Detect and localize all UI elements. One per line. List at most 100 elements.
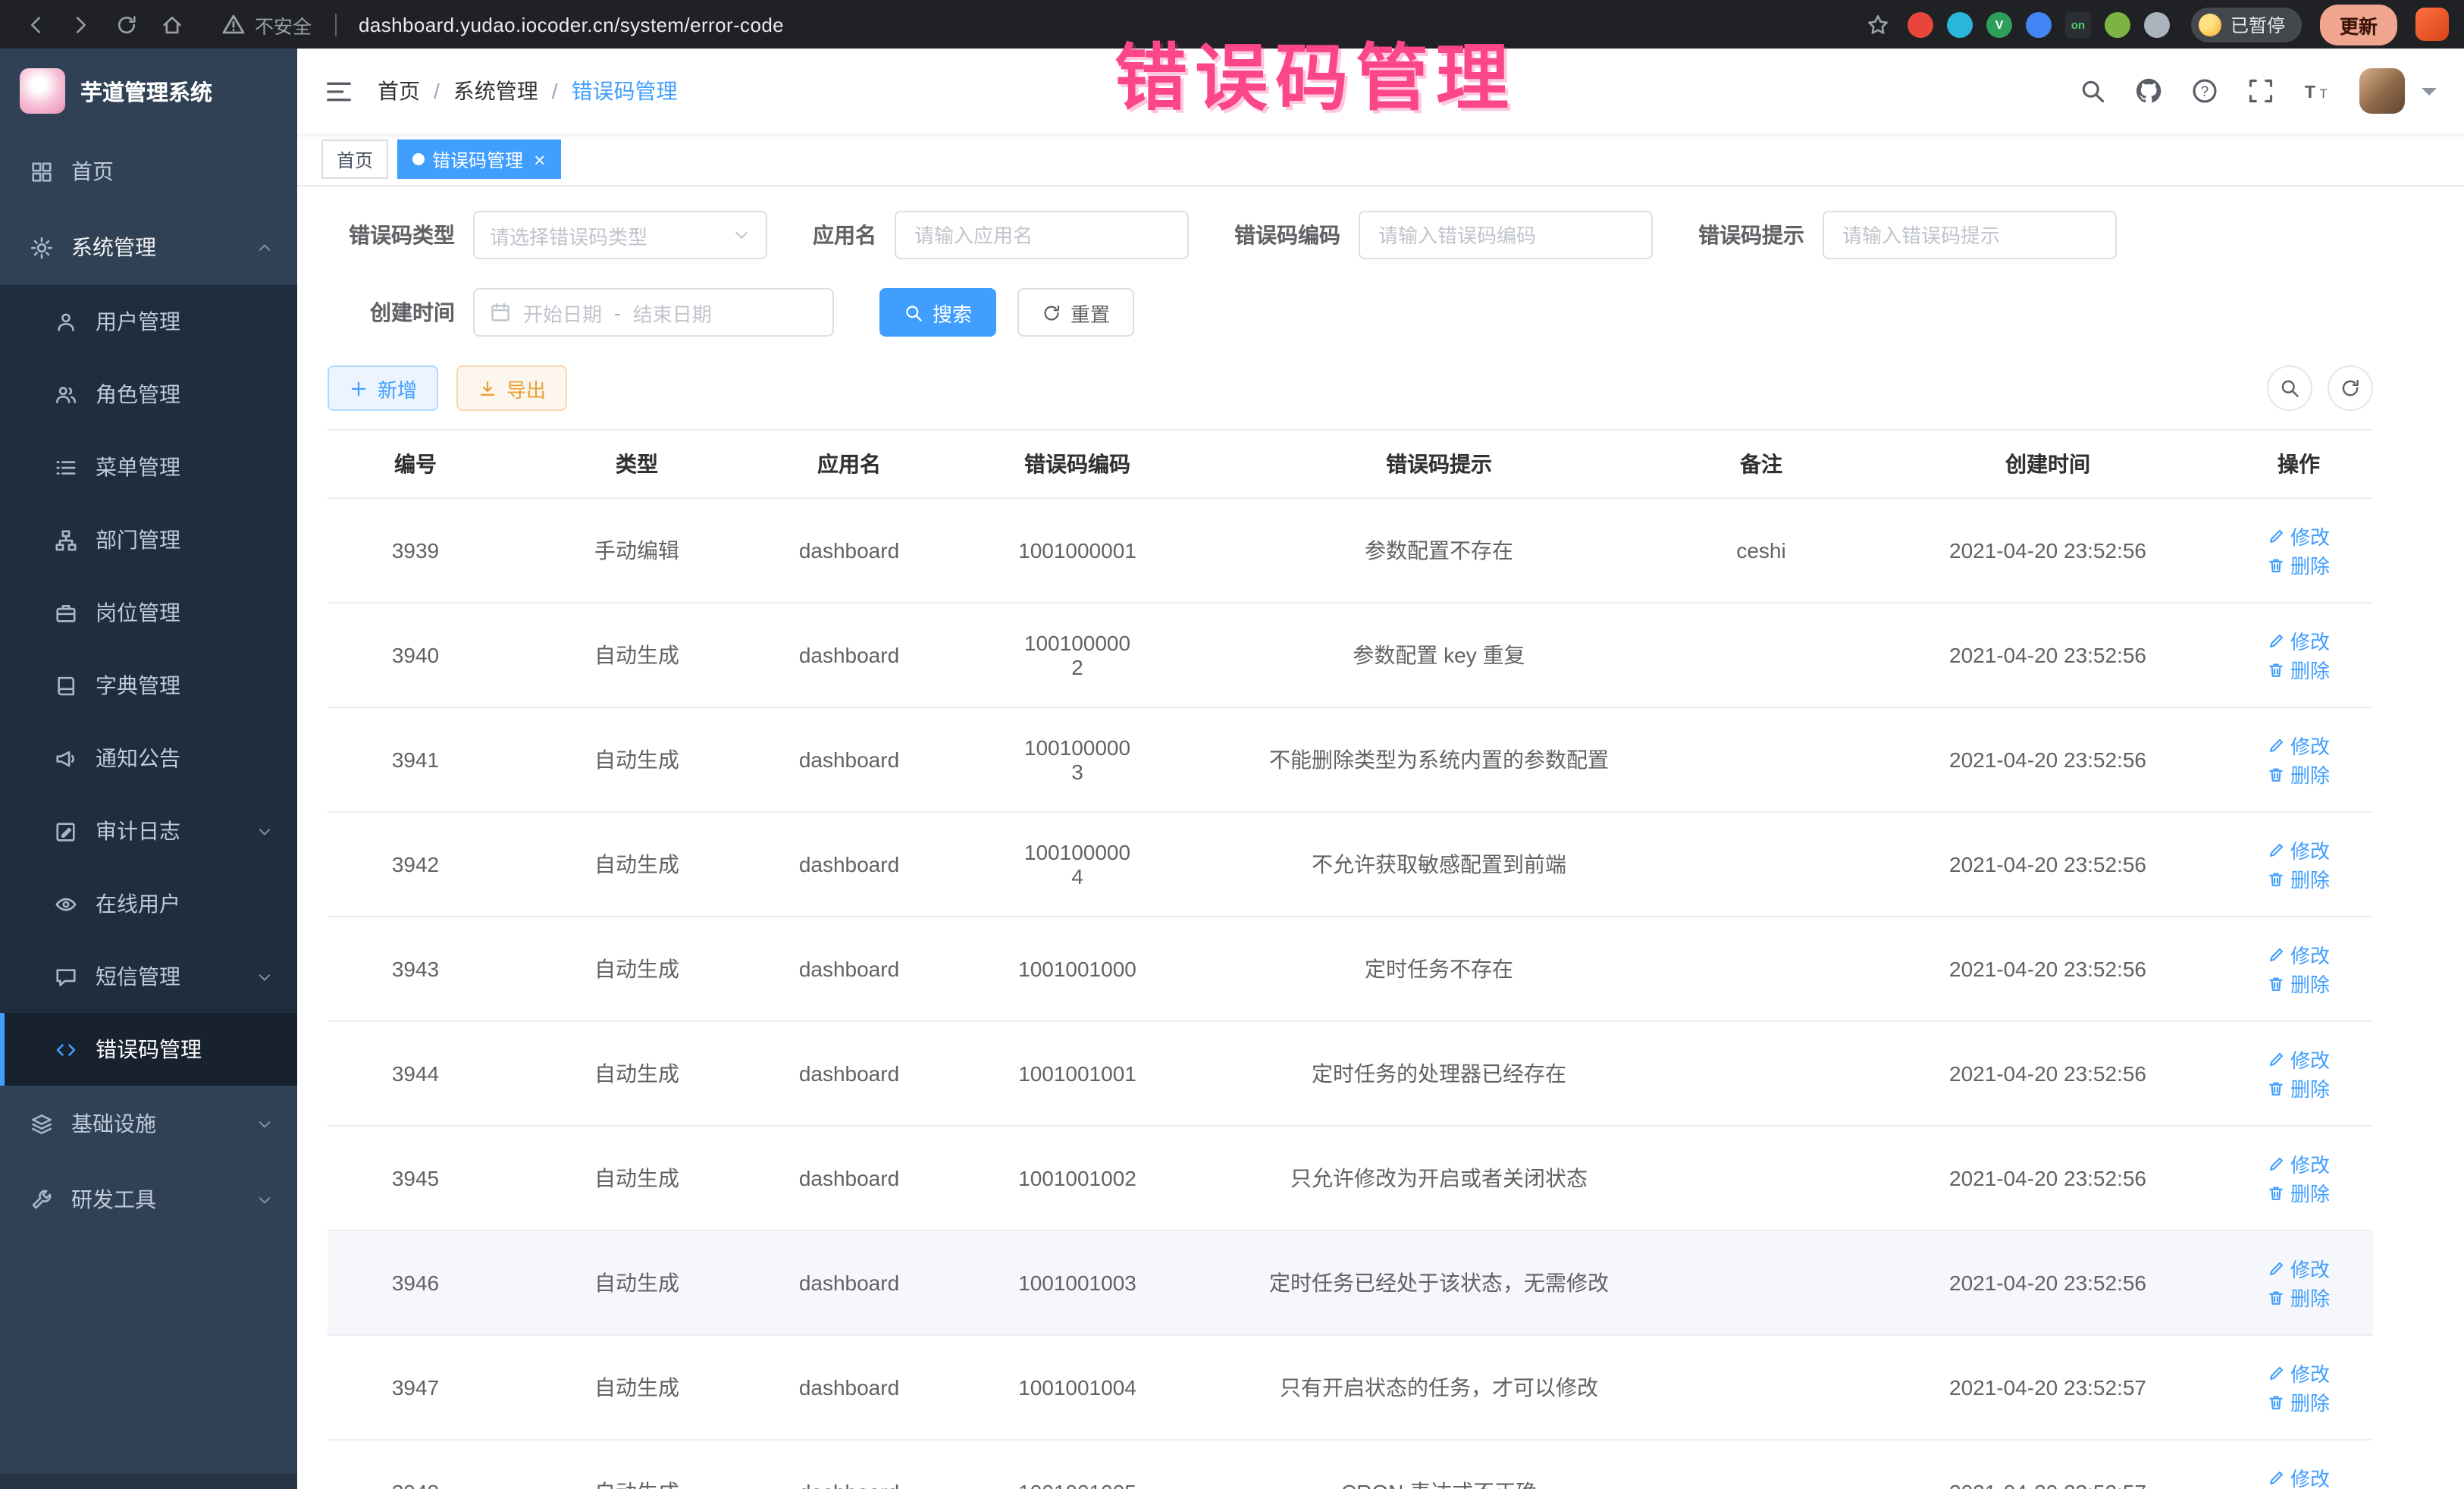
browser-home-button[interactable]	[152, 5, 191, 44]
hamburger-icon[interactable]	[324, 77, 353, 105]
sidebar-item-notice[interactable]: 通知公告	[0, 722, 297, 795]
browser-back-button[interactable]	[15, 5, 55, 44]
cell-id: 3942	[328, 812, 503, 917]
edit-link[interactable]: 修改	[2268, 1149, 2330, 1178]
sidebar-item-infrastructure[interactable]: 基础设施	[0, 1086, 297, 1161]
edit-link[interactable]: 修改	[2268, 1359, 2330, 1387]
sidebar-item-home[interactable]: 首页	[0, 133, 297, 209]
browser-profile-avatar[interactable]	[2415, 8, 2449, 41]
extension-teal-drop-icon[interactable]	[1947, 11, 1973, 37]
delete-link[interactable]: 删除	[2268, 864, 2330, 893]
export-button[interactable]: 导出	[456, 365, 567, 411]
address-bar[interactable]: 不安全 dashboard.yudao.iocoder.cn/system/er…	[221, 10, 784, 39]
filter-type-label: 错误码类型	[328, 220, 455, 250]
bookmark-star-icon[interactable]	[1867, 13, 1889, 36]
sidebar-submenu: 用户管理角色管理菜单管理部门管理岗位管理字典管理通知公告审计日志在线用户短信管理…	[0, 285, 297, 1086]
close-icon[interactable]: ×	[534, 149, 545, 169]
extension-on-badge-icon[interactable]: on	[2065, 11, 2091, 37]
toggle-search-button[interactable]	[2267, 365, 2312, 411]
extension-blue-grid-icon[interactable]	[2026, 11, 2052, 37]
browser-forward-button[interactable]	[61, 5, 100, 44]
extension-red-circle-icon[interactable]	[1908, 11, 1933, 37]
sidebar-item-post-management[interactable]: 岗位管理	[0, 576, 297, 649]
delete-link[interactable]: 删除	[2268, 1074, 2330, 1102]
cell-code: 1001001002	[928, 1126, 1227, 1230]
edit-link[interactable]: 修改	[2268, 731, 2330, 760]
user-avatar[interactable]	[2359, 68, 2405, 114]
tab-error-code[interactable]: 错误码管理×	[397, 139, 560, 179]
sidebar-item-audit-log[interactable]: 审计日志	[0, 795, 297, 867]
cell-app: dashboard	[770, 707, 928, 812]
paused-extension-badge[interactable]: 已暂停	[2191, 7, 2302, 42]
browser-update-button[interactable]: 更新	[2320, 4, 2397, 45]
sidebar-item-user-management[interactable]: 用户管理	[0, 285, 297, 358]
reset-button[interactable]: 重置	[1017, 288, 1134, 337]
delete-link[interactable]: 删除	[2268, 760, 2330, 788]
url-text[interactable]: dashboard.yudao.iocoder.cn/system/error-…	[359, 13, 784, 36]
cell-actions: 修改删除	[2224, 1126, 2373, 1230]
delete-link[interactable]: 删除	[2268, 655, 2330, 684]
col-actions: 操作	[2224, 430, 2373, 498]
sidebar-item-sms-management[interactable]: 短信管理	[0, 940, 297, 1013]
error-tip-input[interactable]	[1823, 211, 2117, 259]
table-row: 3944自动生成dashboard1001001001定时任务的处理器已经存在2…	[328, 1021, 2373, 1126]
sidebar-item-dict-management[interactable]: 字典管理	[0, 649, 297, 722]
browser-refresh-button[interactable]	[106, 5, 146, 44]
cell-type: 自动生成	[503, 812, 770, 917]
fullscreen-icon[interactable]	[2247, 77, 2274, 105]
home-icon	[160, 13, 183, 36]
delete-link[interactable]: 删除	[2268, 1178, 2330, 1207]
sidebar-item-dev-tools[interactable]: 研发工具	[0, 1161, 297, 1237]
table-row: 3939手动编辑dashboard1001000001参数配置不存在ceshi2…	[328, 498, 2373, 603]
edit-link[interactable]: 修改	[2268, 626, 2330, 655]
add-button[interactable]: 新增	[328, 365, 438, 411]
paused-label: 已暂停	[2230, 11, 2285, 37]
sidebar-item-dept-management[interactable]: 部门管理	[0, 503, 297, 576]
extension-green-leaf-icon[interactable]	[2105, 11, 2130, 37]
cell-type: 自动生成	[503, 1126, 770, 1230]
search-button[interactable]: 搜索	[879, 288, 996, 337]
sidebar-item-label: 系统管理	[71, 232, 156, 262]
col-message: 错误码提示	[1227, 430, 1651, 498]
delete-link[interactable]: 删除	[2268, 1283, 2330, 1312]
app-name-input[interactable]	[895, 211, 1189, 259]
cell-id: 3945	[328, 1126, 503, 1230]
sidebar-footer-bar[interactable]	[0, 1474, 297, 1489]
cell-id: 3947	[328, 1335, 503, 1440]
breadcrumb-home[interactable]: 首页	[378, 76, 420, 106]
table-header-row: 编号 类型 应用名 错误码编码 错误码提示 备注 创建时间 操作	[328, 430, 2373, 498]
export-button-label: 导出	[506, 374, 546, 403]
font-size-icon[interactable]: TT	[2303, 77, 2331, 105]
edit-link[interactable]: 修改	[2268, 1463, 2330, 1489]
create-time-range-picker[interactable]: 开始日期 - 结束日期	[473, 288, 834, 337]
sidebar-item-label: 岗位管理	[96, 597, 180, 628]
delete-link[interactable]: 删除	[2268, 1387, 2330, 1416]
avatar-caret-down-icon[interactable]	[2422, 88, 2437, 103]
header-search-icon[interactable]	[2079, 77, 2106, 105]
cell-id: 3943	[328, 917, 503, 1021]
extension-pin-icon[interactable]	[2144, 11, 2170, 37]
delete-link[interactable]: 删除	[2268, 969, 2330, 998]
edit-link[interactable]: 修改	[2268, 835, 2330, 864]
error-code-input[interactable]	[1359, 211, 1653, 259]
help-icon[interactable]: ?	[2191, 77, 2218, 105]
select-placeholder: 请选择错误码类型	[490, 221, 647, 249]
edit-link[interactable]: 修改	[2268, 1045, 2330, 1074]
sidebar-item-role-management[interactable]: 角色管理	[0, 358, 297, 431]
sidebar-item-menu-management[interactable]: 菜单管理	[0, 431, 297, 503]
tab-home[interactable]: 首页	[321, 139, 388, 179]
refresh-table-button[interactable]	[2328, 365, 2373, 411]
breadcrumb-system[interactable]: 系统管理	[453, 76, 538, 106]
sidebar-item-error-code-management[interactable]: 错误码管理	[0, 1013, 297, 1086]
sidebar-item-system-management[interactable]: 系统管理	[0, 209, 297, 285]
delete-link[interactable]: 删除	[2268, 550, 2330, 579]
edit-link[interactable]: 修改	[2268, 1254, 2330, 1283]
sidebar-item-online-users[interactable]: 在线用户	[0, 867, 297, 940]
edit-link[interactable]: 修改	[2268, 522, 2330, 550]
error-type-select[interactable]: 请选择错误码类型	[473, 211, 767, 259]
list-icon	[55, 456, 77, 478]
edit-icon	[2268, 1155, 2286, 1173]
github-icon[interactable]	[2135, 77, 2162, 105]
edit-link[interactable]: 修改	[2268, 940, 2330, 969]
extension-green-v-icon[interactable]: V	[1986, 11, 2012, 37]
